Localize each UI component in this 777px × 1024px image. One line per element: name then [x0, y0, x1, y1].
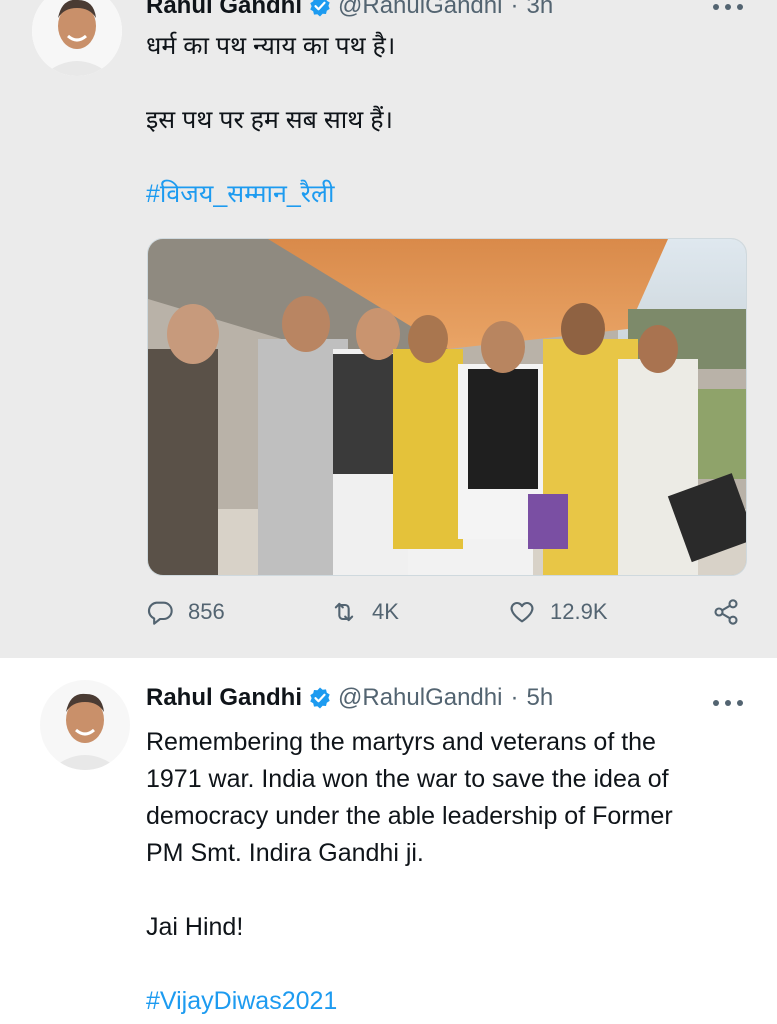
- tweet-header: Rahul Gandhi @RahulGandhi · 5h: [146, 684, 553, 712]
- retweet-icon: [334, 602, 354, 622]
- tweet-text-line: इस पथ पर हम सब साथ हैं।: [146, 106, 393, 134]
- share-button[interactable]: [712, 598, 754, 626]
- tweet-text: धर्म का पथ न्याय का पथ है। इस पथ पर हम स…: [146, 28, 746, 213]
- retweet-count: 4K: [372, 599, 399, 624]
- tweet-1[interactable]: Rahul Gandhi @RahulGandhi · 3h धर्म का प…: [0, 0, 777, 658]
- retweet-button[interactable]: 4K: [330, 598, 399, 626]
- hashtag-link[interactable]: #विजय_सम्मान_रैली: [146, 176, 746, 213]
- tweet-time[interactable]: 5h: [526, 684, 553, 712]
- like-icon: [510, 601, 534, 623]
- tweet-2[interactable]: Rahul Gandhi @RahulGandhi · 5h Rememberi…: [0, 658, 777, 1024]
- author-avatar[interactable]: [40, 680, 130, 770]
- separator-dot: ·: [510, 0, 519, 19]
- tweet-text-line: 1971 war. India won the war to save the …: [146, 765, 669, 793]
- tweet-header: Rahul Gandhi @RahulGandhi · 3h: [146, 0, 553, 20]
- separator-dot: ·: [510, 684, 519, 711]
- reply-button[interactable]: 856: [146, 598, 225, 626]
- tweet-photo-image: [148, 239, 746, 575]
- author-handle[interactable]: @RahulGandhi: [338, 0, 502, 20]
- tweet-text-line: Remembering the martyrs and veterans of …: [146, 728, 656, 756]
- tweet-text-line: धर्म का पथ न्याय का पथ है।: [146, 32, 396, 60]
- reply-icon: [147, 601, 173, 625]
- tweet-text-line: democracy under the able leadership of F…: [146, 802, 673, 830]
- more-options-icon[interactable]: [713, 2, 743, 12]
- tweet-time[interactable]: 3h: [526, 0, 553, 20]
- author-name[interactable]: Rahul Gandhi: [146, 684, 302, 712]
- author-handle[interactable]: @RahulGandhi: [338, 684, 502, 712]
- tweet-text-line: PM Smt. Indira Gandhi ji.: [146, 839, 424, 867]
- tweet-actions: 856 4K 12.9K: [146, 598, 746, 638]
- author-avatar[interactable]: [32, 0, 122, 76]
- reply-count: 856: [188, 599, 225, 624]
- share-icon: [714, 599, 738, 625]
- more-options-icon[interactable]: [713, 698, 743, 708]
- author-name[interactable]: Rahul Gandhi: [146, 0, 302, 20]
- like-count: 12.9K: [550, 599, 608, 624]
- like-button[interactable]: 12.9K: [508, 598, 608, 626]
- hashtag-link[interactable]: #VijayDiwas2021: [146, 983, 746, 1020]
- tweet-text: Remembering the martyrs and veterans of …: [146, 724, 746, 1020]
- verified-badge-icon: [310, 0, 330, 17]
- tweet-text-line: Jai Hind!: [146, 913, 244, 941]
- tweet-photo[interactable]: [147, 238, 747, 576]
- verified-badge-icon: [310, 687, 330, 709]
